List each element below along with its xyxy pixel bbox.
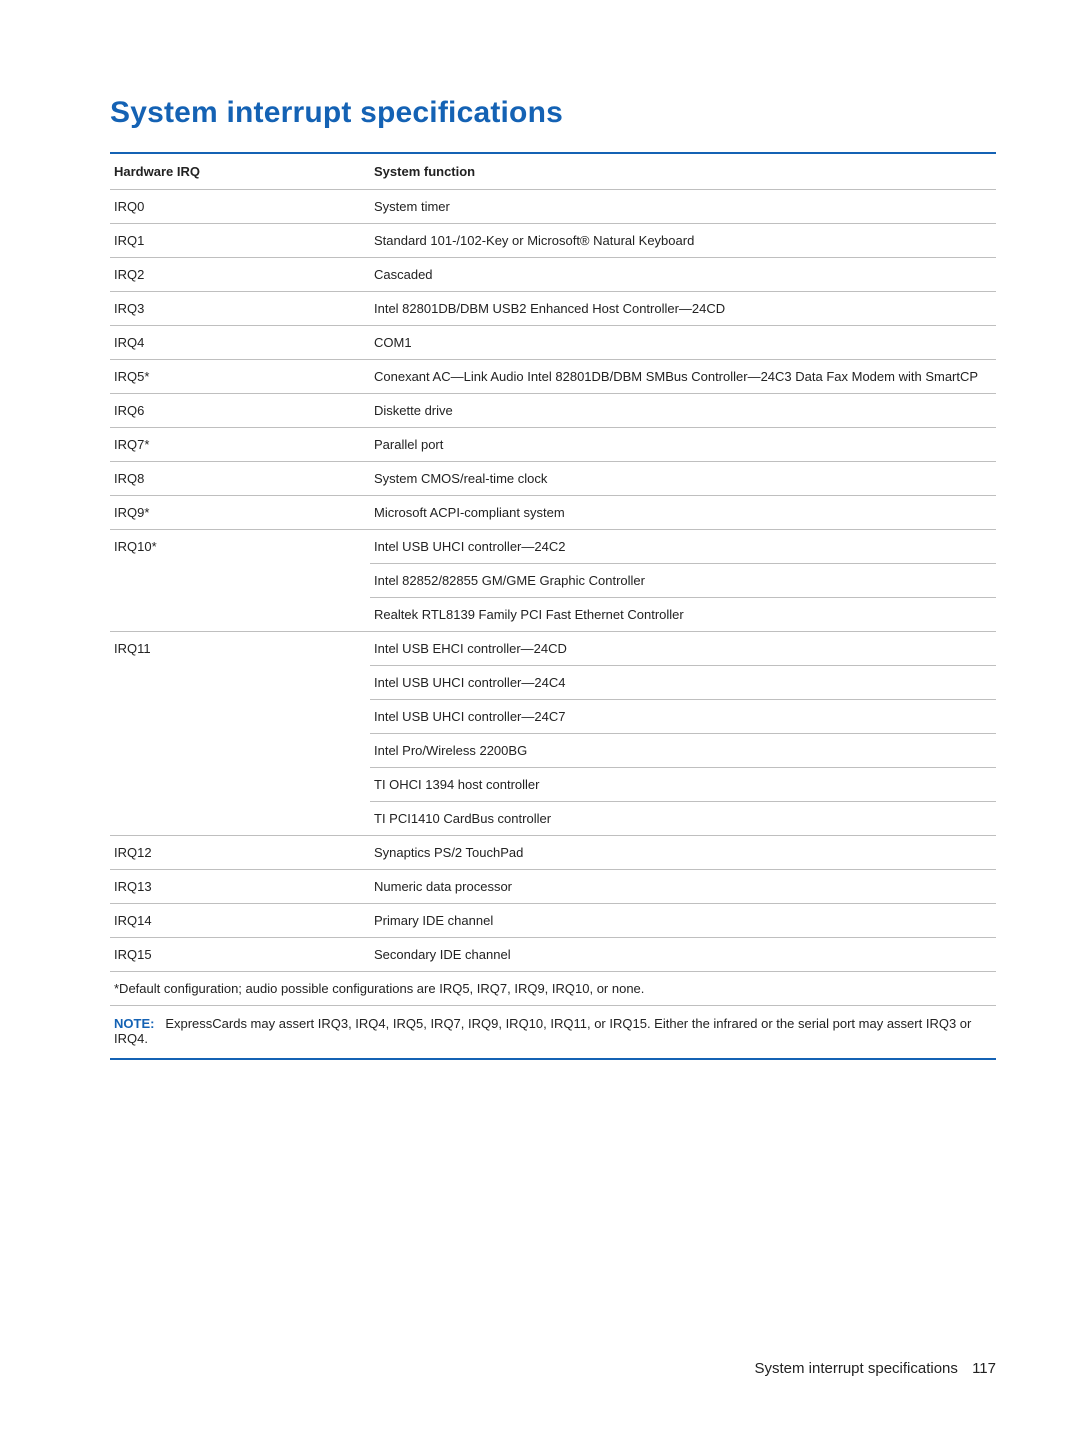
table-row: IRQ10*Intel USB UHCI controller—24C2 — [110, 530, 996, 564]
section-heading: System interrupt specifications — [110, 96, 996, 130]
cell-irq: IRQ7* — [110, 428, 370, 462]
cell-irq: IRQ2 — [110, 258, 370, 292]
cell-irq — [110, 598, 370, 632]
cell-function: Synaptics PS/2 TouchPad — [370, 836, 996, 870]
table-row: IRQ13Numeric data processor — [110, 870, 996, 904]
note-row: NOTE: ExpressCards may assert IRQ3, IRQ4… — [110, 1006, 996, 1060]
table-row: IRQ6Diskette drive — [110, 394, 996, 428]
cell-function: Numeric data processor — [370, 870, 996, 904]
footnote-row: *Default configuration; audio possible c… — [110, 972, 996, 1006]
irq-table: Hardware IRQ System function IRQ0System … — [110, 152, 996, 1060]
cell-irq: IRQ6 — [110, 394, 370, 428]
cell-function: Microsoft ACPI-compliant system — [370, 496, 996, 530]
cell-function: TI OHCI 1394 host controller — [370, 768, 996, 802]
table-row: TI OHCI 1394 host controller — [110, 768, 996, 802]
cell-irq: IRQ9* — [110, 496, 370, 530]
table-row: IRQ11Intel USB EHCI controller—24CD — [110, 632, 996, 666]
cell-irq — [110, 564, 370, 598]
column-header-function: System function — [370, 153, 996, 190]
cell-function: Conexant AC—Link Audio Intel 82801DB/DBM… — [370, 360, 996, 394]
document-page: System interrupt specifications Hardware… — [0, 0, 1080, 1437]
cell-irq: IRQ5* — [110, 360, 370, 394]
note-cell: NOTE: ExpressCards may assert IRQ3, IRQ4… — [110, 1006, 996, 1060]
cell-function: Intel USB UHCI controller—24C7 — [370, 700, 996, 734]
table-row: IRQ1Standard 101-/102-Key or Microsoft® … — [110, 224, 996, 258]
table-row: Intel Pro/Wireless 2200BG — [110, 734, 996, 768]
cell-irq: IRQ8 — [110, 462, 370, 496]
cell-irq — [110, 666, 370, 700]
page-footer: System interrupt specifications 117 — [110, 1360, 996, 1377]
column-header-irq: Hardware IRQ — [110, 153, 370, 190]
cell-irq — [110, 768, 370, 802]
footer-title: System interrupt specifications — [754, 1360, 957, 1377]
cell-function: Intel 82852/82855 GM/GME Graphic Control… — [370, 564, 996, 598]
cell-function: Primary IDE channel — [370, 904, 996, 938]
cell-function: Parallel port — [370, 428, 996, 462]
cell-irq: IRQ12 — [110, 836, 370, 870]
cell-function: Intel 82801DB/DBM USB2 Enhanced Host Con… — [370, 292, 996, 326]
note-text: ExpressCards may assert IRQ3, IRQ4, IRQ5… — [114, 1016, 971, 1046]
cell-irq: IRQ14 — [110, 904, 370, 938]
table-header-row: Hardware IRQ System function — [110, 153, 996, 190]
table-row: Intel USB UHCI controller—24C7 — [110, 700, 996, 734]
table-row: IRQ8System CMOS/real-time clock — [110, 462, 996, 496]
table-row: IRQ15Secondary IDE channel — [110, 938, 996, 972]
cell-function: COM1 — [370, 326, 996, 360]
table-row: IRQ2Cascaded — [110, 258, 996, 292]
cell-function: Intel Pro/Wireless 2200BG — [370, 734, 996, 768]
page-number: 117 — [972, 1360, 996, 1377]
table-row: IRQ14Primary IDE channel — [110, 904, 996, 938]
cell-function: Cascaded — [370, 258, 996, 292]
cell-function: TI PCI1410 CardBus controller — [370, 802, 996, 836]
cell-irq: IRQ4 — [110, 326, 370, 360]
cell-irq: IRQ13 — [110, 870, 370, 904]
table-row: IRQ5*Conexant AC—Link Audio Intel 82801D… — [110, 360, 996, 394]
cell-function: Diskette drive — [370, 394, 996, 428]
table-row: IRQ9*Microsoft ACPI-compliant system — [110, 496, 996, 530]
cell-function: Realtek RTL8139 Family PCI Fast Ethernet… — [370, 598, 996, 632]
cell-function: Secondary IDE channel — [370, 938, 996, 972]
cell-irq: IRQ1 — [110, 224, 370, 258]
cell-function: Intel USB UHCI controller—24C4 — [370, 666, 996, 700]
footnote-text: *Default configuration; audio possible c… — [110, 972, 996, 1006]
cell-function: Intel USB EHCI controller—24CD — [370, 632, 996, 666]
table-row: IRQ4COM1 — [110, 326, 996, 360]
table-row: Intel 82852/82855 GM/GME Graphic Control… — [110, 564, 996, 598]
cell-function: System CMOS/real-time clock — [370, 462, 996, 496]
table-row: Intel USB UHCI controller—24C4 — [110, 666, 996, 700]
table-row: IRQ12Synaptics PS/2 TouchPad — [110, 836, 996, 870]
cell-irq: IRQ3 — [110, 292, 370, 326]
table-row: Realtek RTL8139 Family PCI Fast Ethernet… — [110, 598, 996, 632]
cell-irq: IRQ0 — [110, 190, 370, 224]
cell-function: Intel USB UHCI controller—24C2 — [370, 530, 996, 564]
cell-irq: IRQ11 — [110, 632, 370, 666]
cell-irq — [110, 700, 370, 734]
table-row: IRQ7*Parallel port — [110, 428, 996, 462]
cell-function: Standard 101-/102-Key or Microsoft® Natu… — [370, 224, 996, 258]
table-row: IRQ0System timer — [110, 190, 996, 224]
cell-irq: IRQ15 — [110, 938, 370, 972]
cell-irq — [110, 734, 370, 768]
note-label: NOTE: — [114, 1016, 154, 1031]
table-row: TI PCI1410 CardBus controller — [110, 802, 996, 836]
cell-function: System timer — [370, 190, 996, 224]
cell-irq — [110, 802, 370, 836]
table-row: IRQ3Intel 82801DB/DBM USB2 Enhanced Host… — [110, 292, 996, 326]
cell-irq: IRQ10* — [110, 530, 370, 564]
